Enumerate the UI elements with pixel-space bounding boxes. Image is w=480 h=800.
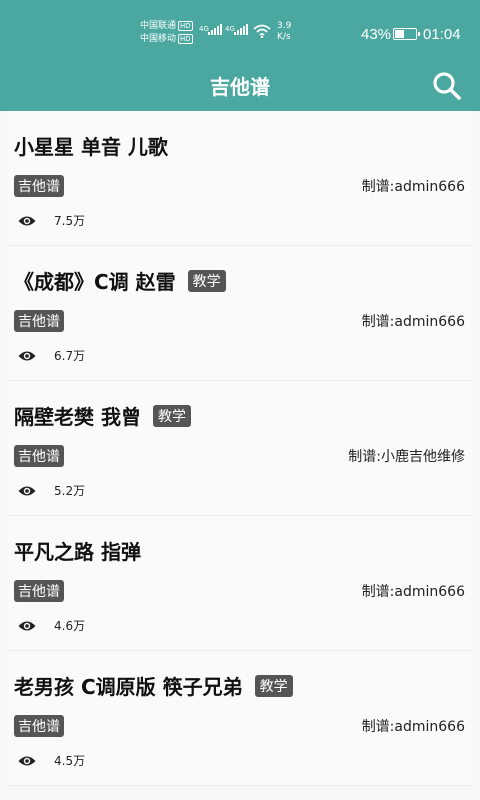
battery-percent: 43%	[361, 26, 392, 43]
song-list: 小星星 单音 儿歌 吉他谱 制谱:admin666 7.5万 《成都》C调 赵雷…	[0, 111, 480, 786]
song-title: 隔壁老樊 我曾	[14, 405, 141, 429]
author-label: 制谱:小鹿吉他维修	[348, 449, 465, 465]
clock: 01:04	[423, 26, 461, 43]
song-title: 小星星 单音 儿歌	[14, 135, 168, 159]
song-title: 老男孩 C调原版 筷子兄弟	[14, 675, 243, 699]
song-card[interactable]: 平凡之路 指弹 吉他谱 制谱:admin666 4.6万	[8, 516, 472, 651]
author-label: 制谱:admin666	[361, 179, 465, 195]
speed-value: 3.9	[277, 21, 292, 31]
view-count: 4.5万	[54, 754, 86, 768]
signal-2-icon	[234, 24, 248, 35]
category-tag: 吉他谱	[14, 580, 64, 602]
carrier-info: 中国联通 HD 中国移动 HD	[140, 20, 193, 46]
eye-icon	[18, 216, 36, 225]
views-row: 7.5万	[18, 212, 85, 229]
category-tag: 吉他谱	[14, 715, 64, 737]
eye-icon	[18, 621, 36, 630]
song-title: 平凡之路 指弹	[14, 540, 141, 564]
teaching-badge: 教学	[187, 269, 226, 292]
author-label: 制谱:admin666	[361, 314, 465, 330]
hd-badge-2: HD	[178, 34, 193, 44]
eye-icon	[18, 351, 36, 360]
battery-icon	[393, 28, 420, 40]
eye-icon	[18, 486, 36, 495]
views-row: 5.2万	[18, 482, 85, 499]
view-count: 5.2万	[54, 484, 86, 498]
teaching-badge: 教学	[152, 404, 191, 427]
view-count: 4.6万	[54, 619, 86, 633]
author-label: 制谱:admin666	[361, 584, 465, 600]
carrier-1-label: 中国联通	[140, 21, 177, 31]
app-bar: 吉他谱	[0, 60, 480, 111]
wifi-icon	[253, 24, 271, 38]
song-card[interactable]: 老男孩 C调原版 筷子兄弟 教学 吉他谱 制谱:admin666 4.5万	[8, 651, 472, 786]
view-count: 7.5万	[54, 214, 86, 228]
page-title: 吉他谱	[210, 75, 270, 99]
song-title: 《成都》C调 赵雷	[14, 270, 176, 294]
signal-1-icon	[208, 24, 222, 35]
category-tag: 吉他谱	[14, 445, 64, 467]
speed-unit: K/s	[277, 32, 291, 42]
network-speed: 3.9 K/s	[277, 21, 291, 43]
carrier-2-label: 中国移动	[140, 34, 177, 44]
views-row: 4.6万	[18, 617, 85, 634]
song-card[interactable]: 《成都》C调 赵雷 教学 吉他谱 制谱:admin666 6.7万	[8, 246, 472, 381]
category-tag: 吉他谱	[14, 310, 64, 332]
views-row: 4.5万	[18, 752, 85, 769]
view-count: 6.7万	[54, 349, 86, 363]
author-label: 制谱:admin666	[361, 719, 465, 735]
song-card[interactable]: 隔壁老樊 我曾 教学 吉他谱 制谱:小鹿吉他维修 5.2万	[8, 381, 472, 516]
battery-fill	[395, 30, 404, 38]
search-icon[interactable]	[431, 70, 463, 102]
hd-badge-1: HD	[178, 21, 193, 31]
category-tag: 吉他谱	[14, 175, 64, 197]
eye-icon	[18, 756, 36, 765]
teaching-badge: 教学	[254, 674, 293, 697]
song-card[interactable]: 小星星 单音 儿歌 吉他谱 制谱:admin666 7.5万	[8, 111, 472, 246]
views-row: 6.7万	[18, 347, 85, 364]
status-bar: 中国联通 HD 中国移动 HD 4G 4G 3.9 K/s 43% 01:04	[0, 0, 480, 60]
